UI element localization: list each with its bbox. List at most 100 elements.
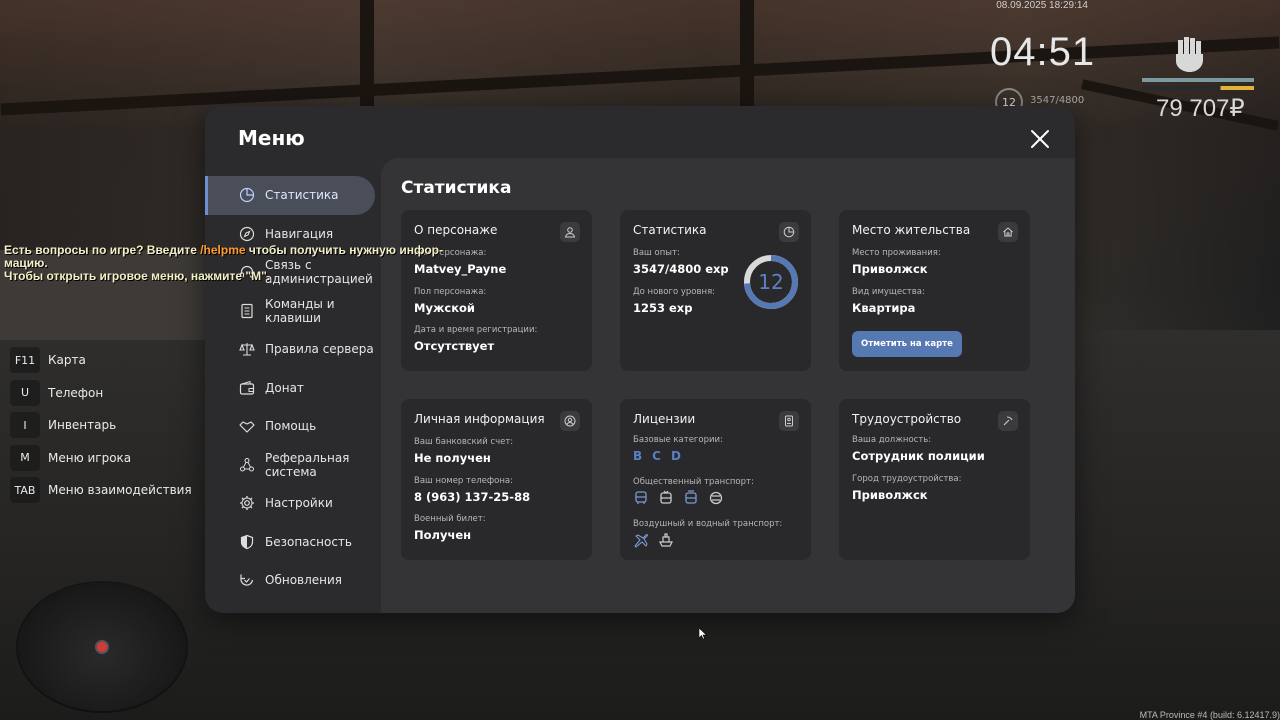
scales-icon (239, 343, 255, 356)
card-stats: Статистика Ваш опыт: 3547/4800 exp До но… (620, 210, 811, 371)
section-title: Статистика (401, 178, 512, 198)
field-label: До нового уровня: (633, 287, 716, 297)
bank-account: Не получен (414, 451, 491, 465)
key-hint-map: F11 Карта (10, 347, 192, 373)
field-label: Ваш банковский счет: (414, 437, 514, 447)
nav-item-security[interactable]: Безопасность (205, 523, 381, 562)
key-label: Меню игрока (48, 450, 132, 465)
key-hint-player-menu: M Меню игрока (10, 444, 192, 471)
job-city: Приволжск (852, 488, 928, 502)
compass-icon (239, 226, 255, 241)
nav-label: Настройки (265, 496, 333, 511)
user-icon (560, 222, 580, 242)
ship-icon (659, 533, 673, 547)
home-icon (998, 222, 1018, 242)
chat-line: Чтобы открыть игровое меню, нажмите "M". (4, 269, 271, 283)
shield-icon (240, 534, 254, 549)
card-character: О персонаже Ник персонажа: Matvey_Payne … (401, 210, 592, 371)
pie-chart-icon (779, 222, 799, 242)
field-label: Место проживания: (852, 248, 941, 258)
nav-label: Реферальная система (265, 450, 350, 479)
key-badge: F11 (10, 347, 40, 373)
fist-icon (1176, 37, 1203, 72)
field-label: Базовые категории: (633, 435, 723, 445)
hud-exp: 3547/4800 (1030, 95, 1085, 106)
field-label: Дата и время регистрации: (414, 325, 538, 335)
card-title: Личная информация (414, 412, 545, 426)
chat-text: Есть вопросы по игре? Введите (4, 243, 201, 257)
tram-icon (685, 490, 697, 504)
mark-on-map-button[interactable]: Отметить на карте (852, 331, 962, 357)
nav-item-donate[interactable]: Донат (205, 369, 381, 408)
nav-item-settings[interactable]: Настройки (205, 484, 381, 523)
air-water-transport-icons (633, 532, 674, 548)
bus-icon (635, 491, 647, 504)
field-label: Вид имущества: (852, 287, 925, 297)
build-info: MTA Province #4 (build: 6.12417.9) (1139, 710, 1280, 720)
field-label: Ваш номер телефона: (414, 476, 513, 486)
card-title: Статистика (633, 223, 707, 237)
game-menu: Меню Статистика Навигация Связь с админи… (205, 106, 1075, 613)
phone-number: 8 (963) 137-25-88 (414, 490, 531, 504)
chat-box: Есть вопросы по игре? Введите /helpme чт… (4, 244, 443, 283)
nav-item-statistics[interactable]: Статистика (205, 176, 375, 215)
residence-place: Приволжск (852, 262, 928, 276)
card-personal: Личная информация Ваш банковский счет: Н… (401, 399, 592, 560)
document-icon (241, 303, 253, 318)
card-employment: Трудоустройство Ваша должность: Сотрудни… (839, 399, 1030, 560)
nav-label: Обновления (265, 573, 343, 588)
field-label: Воздушный и водный транспорт: (633, 519, 783, 529)
exp-to-next: 1253 exp (633, 301, 693, 315)
registration-date: Отсутствует (414, 339, 495, 353)
card-title: Лицензии (633, 412, 696, 426)
pie-chart-icon (239, 188, 255, 203)
content-panel: Статистика О персонаже Ник персонажа: Ma… (381, 158, 1075, 613)
player-marker (95, 640, 109, 654)
field-label: Ваш опыт: (633, 248, 680, 258)
key-hint-phone: U Телефон (10, 379, 192, 406)
nav-item-referral[interactable]: Реферальная система (205, 446, 381, 485)
minimap[interactable] (18, 583, 186, 711)
card-title: О персонаже (414, 223, 498, 237)
health-bar (1142, 78, 1254, 82)
field-label: Город трудоустройства: (852, 474, 962, 484)
license-categories: B C D (633, 449, 681, 463)
field-label: Ваша должность: (852, 435, 932, 445)
field-label: Общественный транспорт: (633, 477, 754, 487)
nav-item-updates[interactable]: Обновления (205, 561, 381, 600)
mouse-cursor (699, 628, 707, 640)
hud-money: 79 707₽ (1156, 95, 1245, 122)
nav-label: Навигация (265, 226, 334, 241)
character-sex: Мужской (414, 301, 475, 315)
license-category: B (633, 449, 643, 463)
nav-label: Донат (265, 380, 304, 395)
gear-icon (240, 496, 254, 511)
nav-label: Безопасность (265, 534, 352, 549)
refresh-icon (240, 574, 254, 586)
roof-beam (360, 0, 374, 120)
key-label: Инвентарь (48, 418, 117, 432)
metro-icon (709, 491, 723, 505)
chat-command: /helpme (200, 243, 246, 257)
handshake-icon (239, 421, 255, 433)
field-label: Военный билет: (414, 514, 486, 524)
menu-sidebar: Статистика Навигация Связь с администрац… (205, 176, 381, 600)
nav-item-rules[interactable]: Правила сервера (205, 330, 381, 369)
key-label: Меню взаимодействия (48, 483, 192, 497)
license-category: C (652, 449, 661, 463)
nav-item-commands[interactable]: Команды и клавиши (205, 292, 381, 331)
menu-title: Меню (238, 126, 305, 150)
nav-label: Команды и клавиши (265, 296, 335, 325)
key-badge: TAB (10, 477, 40, 503)
key-hints: F11 Карта U Телефон I Инвентарь M Меню игрок… (10, 347, 192, 510)
key-hint-inventory: I Инвентарь (10, 412, 192, 438)
card-licenses: Лицензии Базовые категории: B C D Общест… (620, 399, 811, 560)
nav-item-help[interactable]: Помощь (205, 407, 381, 446)
key-hint-interaction: TAB Меню взаимодействия (10, 477, 192, 503)
card-residence: Место жительства Место проживания: Приво… (839, 210, 1030, 371)
close-icon[interactable] (1029, 128, 1051, 150)
license-category: D (670, 449, 681, 463)
pickaxe-icon (998, 411, 1018, 431)
armor-bar (1142, 86, 1254, 90)
job-position: Сотрудник полиции (852, 449, 985, 463)
